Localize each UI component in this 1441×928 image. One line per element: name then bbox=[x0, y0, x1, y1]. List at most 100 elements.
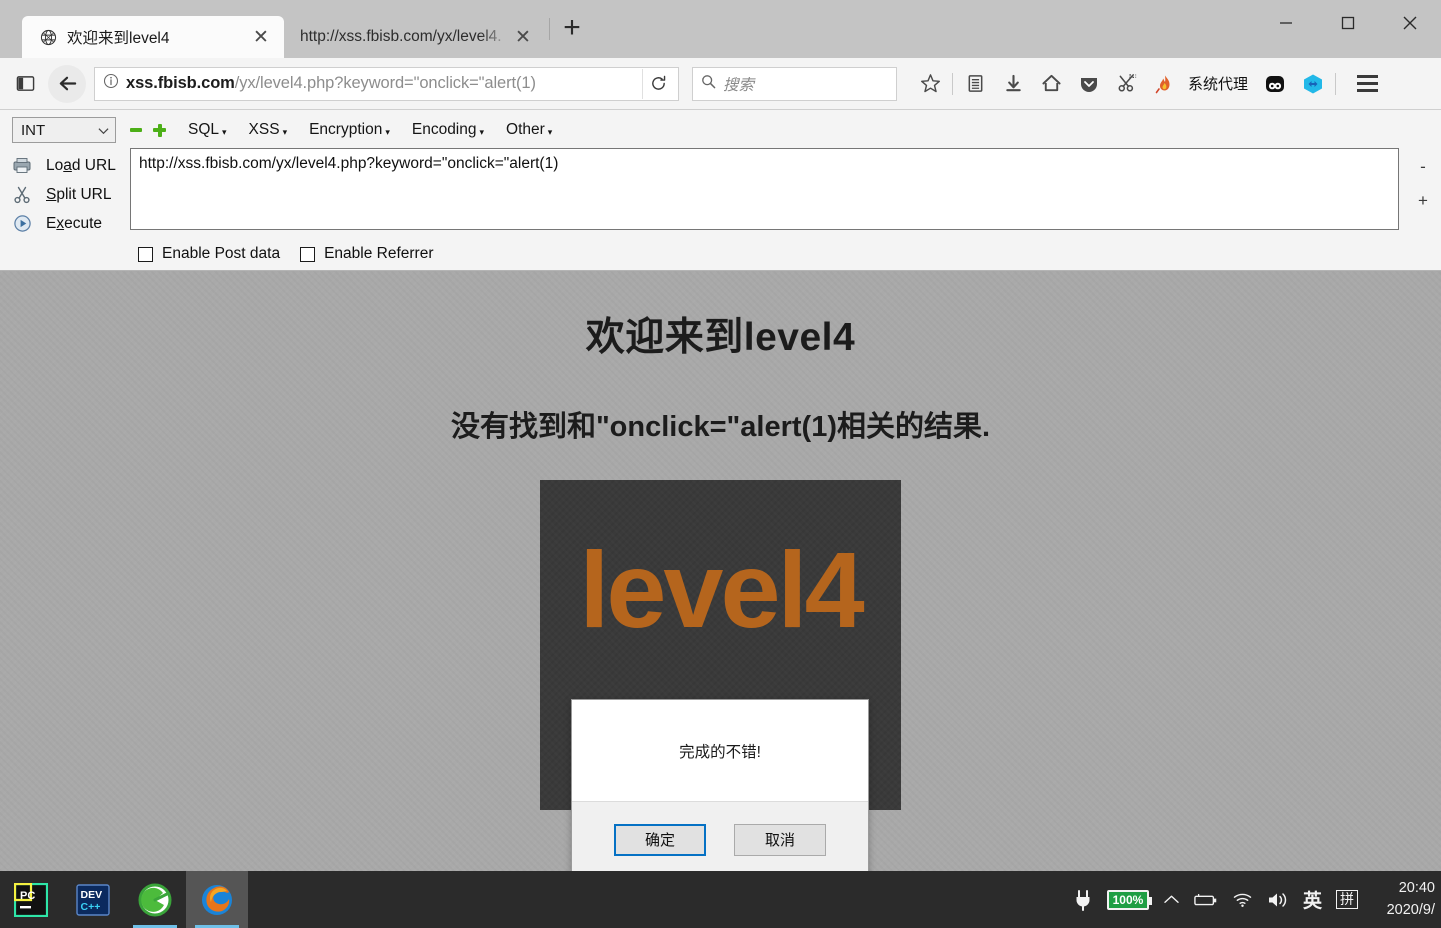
chevron-down-icon bbox=[98, 122, 109, 139]
search-bar[interactable]: 搜索 bbox=[692, 67, 897, 101]
hackbar-menu-encoding[interactable]: Encoding ▾ bbox=[412, 121, 484, 139]
hackbar-menu-encryption[interactable]: Encryption ▾ bbox=[309, 121, 390, 139]
hackbar-menu-label: XSS bbox=[249, 121, 280, 139]
svg-text:DEV: DEV bbox=[81, 889, 103, 901]
hackbar-encoding-select[interactable]: INT bbox=[12, 117, 116, 143]
load-url-button[interactable]: Load URL bbox=[0, 151, 130, 180]
execute-button[interactable]: Execute bbox=[0, 209, 130, 238]
hackbar-url-textarea[interactable]: http://xss.fbisb.com/yx/level4.php?keywo… bbox=[130, 148, 1399, 230]
caret-down-icon: ▾ bbox=[222, 127, 227, 138]
taskbar-item-firefox[interactable] bbox=[186, 871, 248, 928]
wifi-icon[interactable] bbox=[1225, 871, 1260, 928]
hackbar-menu-xss[interactable]: XSS ▾ bbox=[249, 121, 288, 139]
home-icon[interactable] bbox=[1032, 65, 1070, 103]
enable-referrer-checkbox[interactable]: Enable Referrer bbox=[300, 245, 433, 263]
ime-language-label: 英 bbox=[1303, 886, 1322, 913]
hackbar-add-remove bbox=[130, 124, 166, 137]
hackbar-menu-label: Encryption bbox=[309, 121, 382, 139]
browser-tab-1[interactable]: 欢迎来到level4 ✕ bbox=[22, 16, 284, 58]
toolbar-icons: 系统代理 bbox=[911, 65, 1332, 103]
hamburger-line bbox=[1357, 75, 1378, 78]
tab-divider bbox=[549, 18, 550, 40]
execute-label: Execute bbox=[46, 215, 102, 233]
power-plug-icon[interactable] bbox=[1066, 871, 1100, 928]
url-text[interactable]: xss.fbisb.com/yx/level4.php?keyword="onc… bbox=[126, 74, 642, 93]
pocket-icon[interactable] bbox=[1070, 65, 1108, 103]
flame-icon[interactable] bbox=[1146, 65, 1184, 103]
close-button[interactable] bbox=[1379, 0, 1441, 46]
scissors-icon[interactable] bbox=[1108, 65, 1146, 103]
browser-tab-2[interactable]: http://xss.fbisb.com/yx/level4. ✕ bbox=[284, 16, 546, 58]
hackbar-menu-sql[interactable]: SQL ▾ bbox=[188, 121, 227, 139]
dialog-cancel-button[interactable]: 取消 bbox=[734, 824, 826, 856]
speaker-icon[interactable] bbox=[1260, 871, 1296, 928]
checkbox-box[interactable] bbox=[138, 247, 153, 262]
info-circle-icon[interactable] bbox=[103, 73, 119, 94]
reload-icon[interactable] bbox=[642, 69, 674, 99]
hackbar-menu-other[interactable]: Other ▾ bbox=[506, 121, 552, 139]
hackbar-toolbar: INT SQL ▾ XSS ▾ Encryption ▾ bbox=[0, 110, 1441, 271]
globe-icon bbox=[38, 27, 58, 47]
hamburger-line bbox=[1357, 82, 1378, 85]
show-hidden-icons-icon[interactable] bbox=[1156, 871, 1187, 928]
execute-icon bbox=[9, 213, 35, 235]
sidebar-icon[interactable] bbox=[8, 67, 42, 101]
clock[interactable]: 20:40 2020/9/ bbox=[1365, 871, 1437, 928]
hackbar-encoding-value: INT bbox=[21, 122, 45, 139]
hackbar-menu-label: Other bbox=[506, 121, 545, 139]
search-input[interactable]: 搜索 bbox=[723, 73, 754, 95]
toolbar-divider bbox=[952, 73, 953, 95]
hamburger-menu-icon[interactable] bbox=[1347, 64, 1387, 104]
ime-mode-label: 拼 bbox=[1336, 890, 1358, 909]
tab-title: http://xss.fbisb.com/yx/level4. bbox=[300, 28, 510, 46]
enable-post-data-checkbox[interactable]: Enable Post data bbox=[138, 245, 280, 263]
library-icon[interactable] bbox=[956, 65, 994, 103]
tab-close-icon[interactable]: ✕ bbox=[248, 24, 274, 50]
plus-green-icon[interactable] bbox=[153, 124, 166, 137]
url-path: /yx/level4.php?keyword="onclick="alert(1… bbox=[235, 74, 536, 92]
blue-cube-icon[interactable] bbox=[1294, 65, 1332, 103]
taskbar-item-devcpp[interactable]: DEV C++ bbox=[62, 871, 124, 928]
toolbar-divider bbox=[1335, 73, 1336, 95]
clock-time: 20:40 bbox=[1399, 878, 1435, 899]
enable-referrer-label: Enable Referrer bbox=[324, 245, 433, 263]
back-button[interactable] bbox=[48, 65, 86, 103]
tab-close-icon[interactable]: ✕ bbox=[510, 24, 536, 50]
proxy-label[interactable]: 系统代理 bbox=[1188, 73, 1248, 94]
maximize-button[interactable] bbox=[1317, 0, 1379, 46]
split-url-button[interactable]: Split URL bbox=[0, 180, 130, 209]
url-bar[interactable]: xss.fbisb.com/yx/level4.php?keyword="onc… bbox=[94, 67, 679, 101]
zoom-out-button[interactable]: - bbox=[1420, 158, 1426, 175]
new-tab-button[interactable]: + bbox=[552, 8, 592, 48]
dialog-message: 完成的不错! bbox=[679, 740, 761, 762]
split-url-icon bbox=[9, 184, 35, 206]
downloads-icon[interactable] bbox=[994, 65, 1032, 103]
minus-green-icon[interactable] bbox=[130, 128, 142, 132]
battery-percent-label: 100% bbox=[1113, 893, 1144, 907]
hackbar-zoom-controls: - + bbox=[1405, 148, 1441, 238]
ime-mode-indicator[interactable]: 拼 bbox=[1329, 871, 1365, 928]
dialog-message-area: 完成的不错! bbox=[572, 700, 868, 801]
panda-icon[interactable] bbox=[1256, 65, 1294, 103]
tab-title: 欢迎来到level4 bbox=[67, 26, 248, 48]
battery-percent-indicator[interactable]: 100% bbox=[1100, 871, 1156, 928]
split-url-label: Split URL bbox=[46, 186, 111, 204]
hackbar-menu-row: INT SQL ▾ XSS ▾ Encryption ▾ bbox=[0, 114, 1441, 146]
system-tray: 100% bbox=[1066, 871, 1441, 928]
battery-body: 100% bbox=[1107, 890, 1149, 910]
zoom-in-button[interactable]: + bbox=[1418, 192, 1428, 209]
ime-language-indicator[interactable]: 英 bbox=[1296, 871, 1329, 928]
dialog-ok-button[interactable]: 确定 bbox=[614, 824, 706, 856]
clock-date: 2020/9/ bbox=[1387, 900, 1435, 921]
window-controls bbox=[1255, 0, 1441, 46]
minimize-button[interactable] bbox=[1255, 0, 1317, 46]
page-content: 欢迎来到level4 没有找到和"onclick="alert(1)相关的结果.… bbox=[0, 271, 1441, 871]
svg-text:PC: PC bbox=[20, 890, 35, 902]
hackbar-menu-label: Encoding bbox=[412, 121, 477, 139]
load-url-label: Load URL bbox=[46, 157, 116, 175]
battery-icon[interactable] bbox=[1187, 871, 1225, 928]
star-icon[interactable] bbox=[911, 65, 949, 103]
taskbar-item-green-browser[interactable] bbox=[124, 871, 186, 928]
taskbar-item-pycharm[interactable]: PC bbox=[0, 871, 62, 928]
checkbox-box[interactable] bbox=[300, 247, 315, 262]
